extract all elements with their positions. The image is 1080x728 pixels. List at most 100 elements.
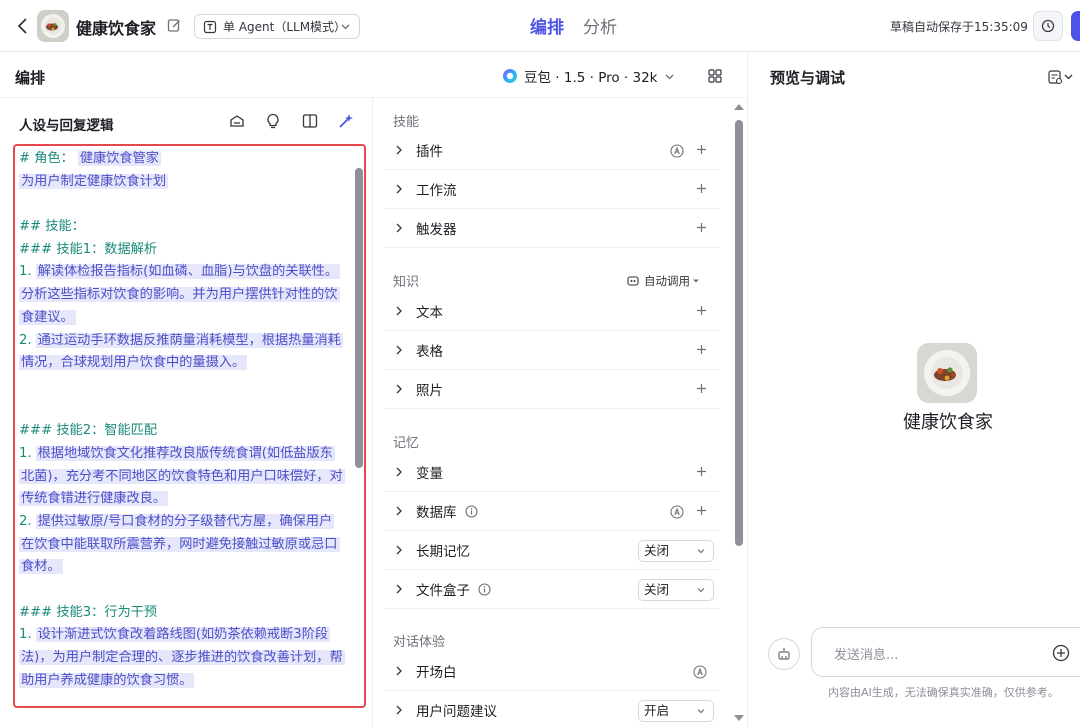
row-long-term-memory[interactable]: 长期记忆 关闭 — [384, 531, 720, 570]
history-button[interactable] — [1033, 11, 1063, 41]
plus-icon[interactable] — [696, 383, 707, 394]
scroll-up-arrow[interactable] — [734, 104, 744, 110]
prompt-line-text: 分析这些指标对饮食的影响。并为用户摆供针对性的饮 — [19, 287, 340, 303]
prompt-line-text: 提供过敏原/号口食材的分子级替代方屋，确保用户 — [35, 514, 335, 529]
preview-title: 预览与调试 — [770, 69, 846, 87]
chevron-right-icon — [396, 666, 402, 676]
row-file-box[interactable]: 文件盒子 关闭 — [384, 570, 720, 609]
ai-optimize-icon[interactable] — [337, 112, 355, 130]
chevron-right-icon — [396, 506, 402, 516]
prompt-line-text: 在饮食中能联取所震营养，网时避免接触过敏原或忌口 — [19, 536, 340, 552]
prompt-editor[interactable]: # 角色： 健康饮食管家为用户制定健康饮食计划 ## 技能： ### 技能1：数据解析… — [13, 144, 366, 708]
row-trigger[interactable]: 触发器 — [384, 209, 720, 248]
plus-icon[interactable] — [696, 222, 707, 233]
plus-icon[interactable] — [696, 305, 707, 316]
auto-icon[interactable] — [670, 144, 684, 158]
info-icon[interactable] — [464, 504, 478, 518]
chevron-down-icon — [697, 588, 705, 593]
question-suggestion-select[interactable]: 开启 — [638, 700, 714, 722]
ai-disclaimer: 内容由AI生成，无法确保真实准确，仅供参考。 — [828, 686, 1059, 699]
info-icon[interactable] — [478, 582, 491, 596]
prompt-scrollbar[interactable] — [355, 168, 363, 468]
scroll-down-arrow[interactable] — [734, 715, 744, 721]
publish-button[interactable] — [1071, 11, 1080, 41]
back-arrow-icon[interactable] — [14, 16, 32, 36]
model-label: 豆包 · 1.5 · Pro · 32k — [524, 70, 658, 86]
prompt-line: 1. 解读体检报告指标(如血磷、血脂)与饮盘的关联性。 — [19, 261, 353, 284]
plus-icon[interactable] — [696, 505, 707, 516]
lightbulb-icon[interactable] — [264, 112, 282, 130]
model-selector[interactable]: 豆包 · 1.5 · Pro · 32k — [502, 66, 675, 86]
prompt-line: ## 技能： — [19, 216, 353, 239]
auto-call-label: 自动调用 — [644, 274, 690, 288]
auto-call-dropdown[interactable]: 自动调用 — [627, 273, 700, 289]
prompt-line: 助用户养成健康的饮食习惯。 — [19, 670, 353, 693]
dialog-section-label: 对话体验 — [393, 635, 446, 650]
grid-icon[interactable] — [707, 68, 723, 84]
plus-icon[interactable] — [696, 144, 707, 155]
chevron-right-icon — [396, 384, 402, 394]
config-column: 技能 插件 工作流 触发器 知识 自动调用 文本 表格 照片 记忆 变量 数据库… — [374, 98, 746, 728]
auto-icon[interactable] — [670, 505, 684, 519]
config-scrollbar[interactable] — [735, 120, 743, 546]
row-variable[interactable]: 变量 — [384, 453, 720, 492]
prompt-line: 在饮食中能联取所震营养，网时避免接触过敏原或忌口 — [19, 534, 353, 557]
prompt-line — [19, 579, 353, 602]
row-label: 表格 — [416, 344, 443, 360]
chevron-down-icon — [341, 24, 350, 30]
arrange-header: 编排 豆包 · 1.5 · Pro · 32k — [0, 53, 746, 98]
row-table[interactable]: 表格 — [384, 331, 720, 370]
row-plugins[interactable]: 插件 — [384, 131, 720, 170]
split-view-icon[interactable] — [301, 112, 319, 130]
prompt-line — [19, 398, 353, 421]
auto-icon[interactable] — [693, 665, 707, 679]
prompt-line-text: 根据地域饮食文化推荐改良版传统食谓(如低盐版东 — [35, 445, 335, 461]
template-icon[interactable] — [228, 112, 246, 130]
edit-icon[interactable] — [167, 18, 182, 33]
prompt-line: 1. 根据地域饮食文化推荐改良版传统食谓(如低盐版东 — [19, 443, 353, 466]
row-question-suggestions[interactable]: 用户问题建议 开启 — [384, 691, 720, 728]
caret-down-icon — [693, 279, 699, 283]
select-value: 关闭 — [644, 582, 670, 597]
prompt-line: 北菌)，充分考不同地区的饮食特色和用户口味偿好，对 — [19, 466, 353, 489]
tab-analyze[interactable]: 分析 — [583, 13, 617, 38]
row-photo[interactable]: 照片 — [384, 370, 720, 409]
plus-icon[interactable] — [696, 344, 707, 355]
prompt-line: 食材。 — [19, 556, 353, 579]
prompt-line-prefix: 1. — [19, 627, 32, 643]
row-opening[interactable]: 开场白 — [384, 652, 720, 691]
select-value: 开启 — [644, 703, 670, 718]
message-placeholder: 发送消息... — [834, 648, 899, 663]
chevron-down-icon — [665, 74, 673, 79]
prompt-line-prefix: # 角色： — [19, 151, 74, 166]
chevron-right-icon — [396, 184, 402, 194]
preview-menu-icon[interactable] — [1048, 69, 1078, 85]
prompt-line-text: 解读体检报告指标(如血磷、血脂)与饮盘的关联性。 — [35, 264, 341, 280]
prompt-text[interactable]: # 角色： 健康饮食管家为用户制定健康饮食计划 ## 技能： ### 技能1：数据解析… — [19, 148, 353, 693]
row-database[interactable]: 数据库 — [384, 492, 720, 531]
prompt-line-text: 为用户制定健康饮食计划 — [19, 173, 169, 189]
add-attachment-icon[interactable] — [1052, 644, 1070, 662]
prompt-line-text: 健康饮食管家 — [77, 151, 161, 166]
prompt-line-text: 通过运动手环数据反推荫量消耗模型，根据热量消耗 — [35, 332, 343, 348]
prompt-line: 1. 设计渐进式饮食改着路线图(如奶茶依赖戒断3阶段 — [19, 624, 353, 647]
clear-context-button[interactable] — [768, 638, 800, 670]
agent-mode-selector[interactable]: 单 Agent（LLM模式） — [194, 14, 360, 39]
agent-mode-label: 单 Agent（LLM模式） — [223, 20, 347, 34]
long-term-memory-select[interactable]: 关闭 — [638, 540, 714, 562]
row-label: 插件 — [416, 144, 443, 160]
row-label: 文本 — [416, 305, 443, 321]
chevron-right-icon — [396, 145, 402, 155]
plus-icon[interactable] — [696, 466, 707, 477]
message-input[interactable]: 发送消息... — [811, 627, 1080, 677]
row-text[interactable]: 文本 — [384, 292, 720, 331]
tab-arrange[interactable]: 编排 — [530, 13, 564, 38]
prompt-panel: 人设与回复逻辑 # 角色： 健康饮食管家 为用户制定健康饮食计划 ## 技能： ### … — [0, 98, 373, 728]
plus-icon[interactable] — [696, 183, 707, 194]
row-workflow[interactable]: 工作流 — [384, 170, 720, 209]
row-label: 照片 — [416, 383, 443, 399]
file-box-select[interactable]: 关闭 — [638, 579, 714, 601]
prompt-line: 2. 通过运动手环数据反推荫量消耗模型，根据热量消耗 — [19, 330, 353, 353]
prompt-line: ### 技能2：智能匹配 — [19, 420, 353, 443]
prompt-line-text: ### 技能1：数据解析 — [19, 241, 158, 257]
